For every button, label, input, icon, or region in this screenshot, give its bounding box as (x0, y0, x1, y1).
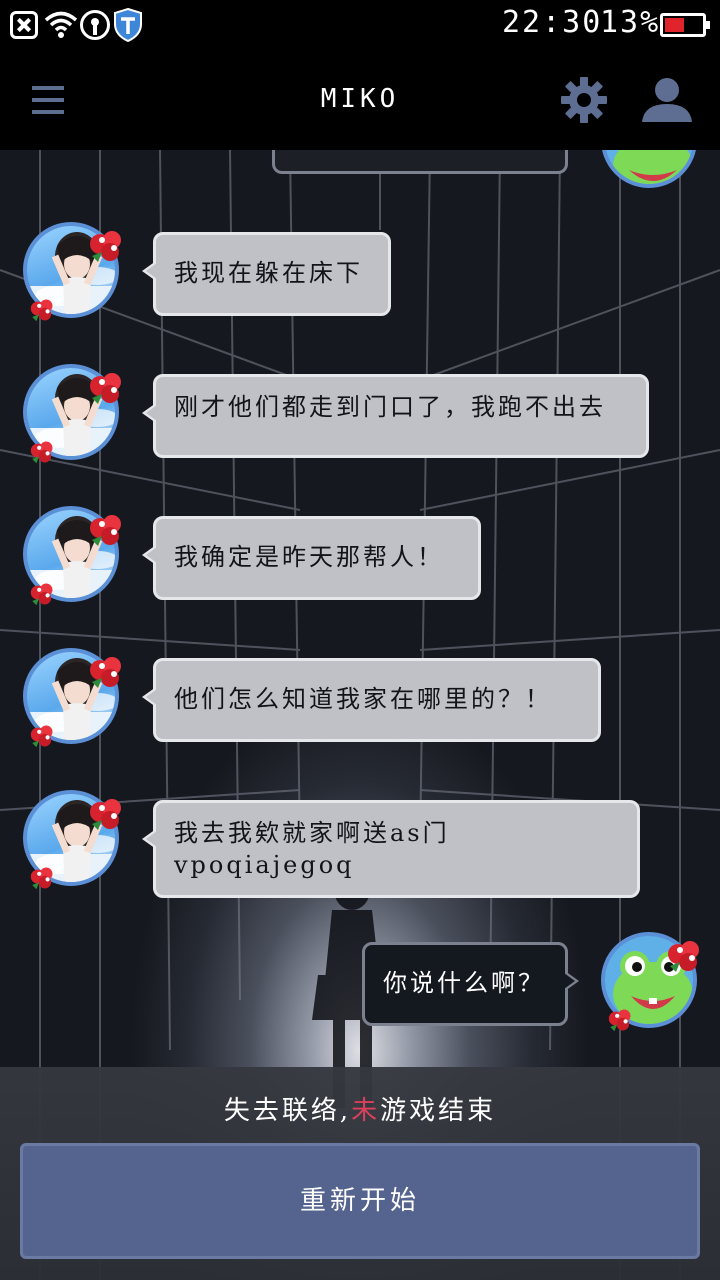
strawberry-decoration-icon (606, 1006, 634, 1034)
close-box-icon (10, 11, 38, 39)
incoming-message-bubble: 刚才他们都走到门口了，我跑不出去 (142, 374, 649, 458)
incoming-message-bubble: 我去我欸就家啊送as门vpoqiajegoq (142, 800, 640, 898)
battery-icon (660, 13, 710, 37)
message-text: 我现在躲在床下 (174, 259, 363, 287)
restart-button[interactable]: 重新开始 (20, 1143, 700, 1259)
strawberry-decoration-icon (28, 580, 56, 608)
clock-time: 22:30 (502, 5, 603, 40)
strawberry-decoration-icon (86, 368, 126, 408)
profile-icon[interactable] (640, 76, 694, 124)
strawberry-decoration-icon (86, 510, 126, 550)
status-suffix: 游戏结束 (380, 1096, 497, 1126)
strawberry-decoration-icon (664, 936, 704, 976)
strawberry-decoration-icon (86, 652, 126, 692)
message-text: 我确定是昨天那帮人！ (174, 543, 444, 571)
strawberry-decoration-icon (28, 438, 56, 466)
outgoing-message-bubble: 你说什么啊？ (362, 942, 579, 1026)
strawberry-decoration-icon (86, 226, 126, 266)
game-status-text: 失去联络,未游戏结束 (0, 1090, 720, 1127)
message-text: 刚才他们都走到门口了，我跑不出去 (174, 393, 606, 421)
incoming-message-bubble: 我现在躲在床下 (142, 232, 391, 316)
incoming-message-bubble: 他们怎么知道我家在哪里的？！ (142, 658, 601, 742)
wifi-icon (44, 11, 78, 38)
status-prefix: 失去联络, (223, 1096, 352, 1126)
my-avatar-partial (601, 150, 697, 188)
shield-icon (114, 8, 142, 42)
gear-icon[interactable] (560, 76, 608, 124)
strawberry-decoration-icon (28, 296, 56, 324)
status-bar: 22:30 13% (0, 0, 720, 50)
strawberry-decoration-icon (28, 864, 56, 892)
previous-message-bubble (272, 150, 568, 174)
battery-percent: 13% (600, 5, 661, 40)
incoming-message-bubble: 我确定是昨天那帮人！ (142, 516, 481, 600)
radio-icon (80, 10, 110, 40)
strawberry-decoration-icon (28, 722, 56, 750)
status-accent: 未 (351, 1096, 381, 1126)
strawberry-decoration-icon (86, 794, 126, 834)
app-header: MIKO (0, 50, 720, 150)
battery-fill (665, 18, 684, 32)
page-title: MIKO (320, 84, 400, 114)
message-text: 我去我欸就家啊送as门vpoqiajegoq (174, 819, 450, 879)
message-text: 他们怎么知道我家在哪里的？！ (174, 685, 552, 713)
message-text: 你说什么啊？ (383, 969, 545, 997)
